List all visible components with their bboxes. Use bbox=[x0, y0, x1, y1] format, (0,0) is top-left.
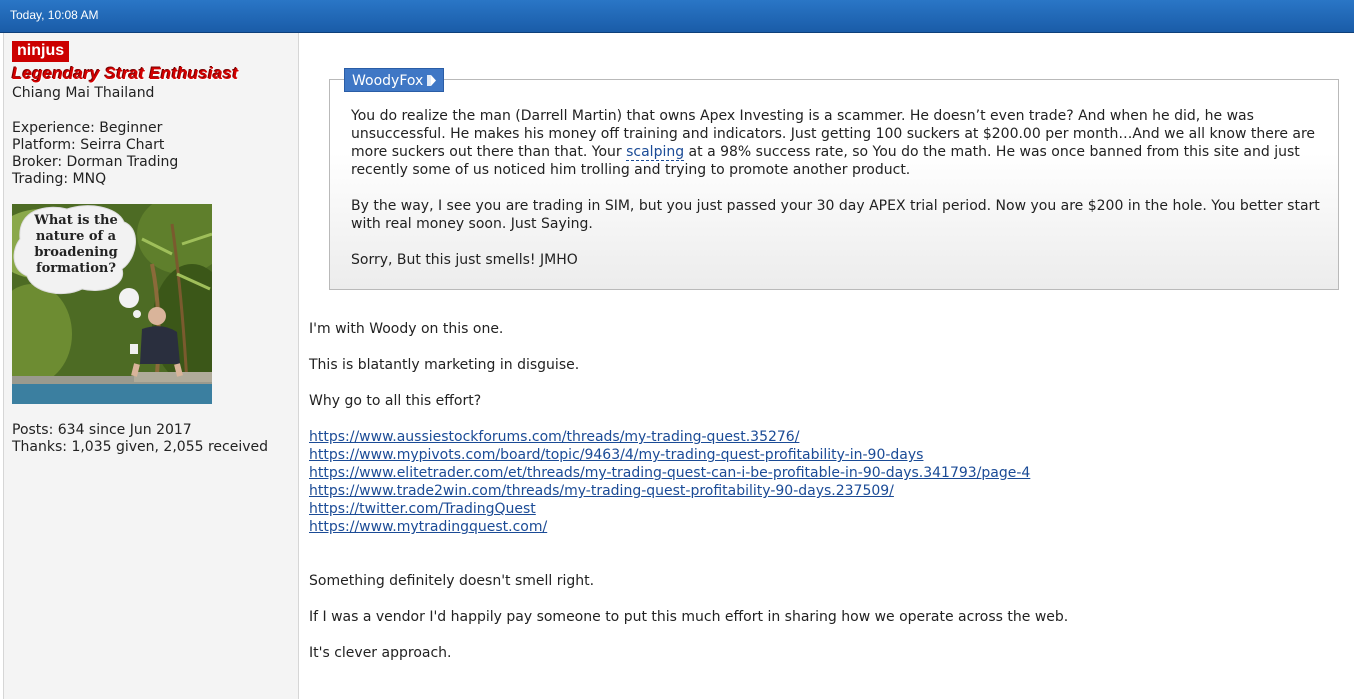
external-link[interactable]: https://www.mypivots.com/board/topic/946… bbox=[309, 446, 1030, 464]
quote-block: WoodyFox You do realize the man (Darrell… bbox=[329, 68, 1339, 290]
user-platform: Platform: Seirra Chart bbox=[12, 137, 165, 153]
quote-paragraph: By the way, I see you are trading in SIM… bbox=[351, 198, 1320, 232]
quote-text: You do realize the man (Darrell Martin) … bbox=[351, 107, 1326, 287]
avatar-caption-line: broadening bbox=[34, 245, 118, 260]
avatar-caption-line: formation? bbox=[36, 261, 116, 276]
user-experience: Experience: Beginner bbox=[12, 120, 163, 136]
user-thanks: Thanks: 1,035 given, 2,055 received bbox=[12, 439, 268, 455]
user-sidebar: ninjus Legendary Strat Enthusiast Chiang… bbox=[3, 33, 299, 699]
external-link[interactable]: https://www.elitetrader.com/et/threads/m… bbox=[309, 464, 1030, 482]
quote-paragraph: You do realize the man (Darrell Martin) … bbox=[351, 107, 1326, 179]
external-link[interactable]: https://www.aussiestockforums.com/thread… bbox=[309, 428, 1030, 446]
post-paragraph: I'm with Woody on this one. bbox=[309, 321, 504, 337]
post-paragraph: Something definitely doesn't smell right… bbox=[309, 573, 595, 589]
user-posts: Posts: 634 since Jun 2017 bbox=[12, 422, 192, 438]
post-paragraph: Why go to all this effort? bbox=[309, 393, 482, 409]
avatar-caption-line: nature of a bbox=[35, 229, 117, 244]
user-location: Chiang Mai Thailand bbox=[12, 85, 155, 101]
post-paragraph: It's clever approach. bbox=[309, 645, 452, 661]
user-trading: Trading: MNQ bbox=[12, 171, 107, 187]
link-list: https://www.aussiestockforums.com/thread… bbox=[309, 428, 1030, 536]
avatar-caption-line: What is the bbox=[34, 213, 118, 228]
quote-author-name: WoodyFox bbox=[352, 73, 424, 89]
user-avatar[interactable]: What is the nature of a broadening forma… bbox=[12, 204, 212, 404]
post-content: WoodyFox You do realize the man (Darrell… bbox=[300, 33, 1354, 699]
external-link[interactable]: https://www.trade2win.com/threads/my-tra… bbox=[309, 482, 1030, 500]
username-link[interactable]: ninjus bbox=[12, 41, 70, 62]
post-header-bar: Today, 10:08 AM bbox=[0, 0, 1354, 33]
quote-author-link[interactable]: WoodyFox bbox=[344, 68, 445, 92]
quote-jump-arrow-icon bbox=[427, 75, 437, 86]
external-link[interactable]: https://twitter.com/TradingQuest bbox=[309, 500, 1030, 518]
external-link[interactable]: https://www.mytradingquest.com/ bbox=[309, 518, 1030, 536]
quote-paragraph: Sorry, But this just smells! JMHO bbox=[351, 252, 578, 268]
user-title: Legendary Strat Enthusiast bbox=[12, 64, 239, 83]
scalping-link[interactable]: scalping bbox=[626, 144, 685, 161]
post-paragraph: This is blatantly marketing in disguise. bbox=[309, 357, 580, 373]
user-broker: Broker: Dorman Trading bbox=[12, 154, 179, 170]
post-date: Today, 10:08 AM bbox=[10, 8, 99, 22]
post-paragraph: If I was a vendor I'd happily pay someon… bbox=[309, 609, 1069, 625]
avatar-caption: What is the nature of a broadening forma… bbox=[26, 213, 126, 277]
